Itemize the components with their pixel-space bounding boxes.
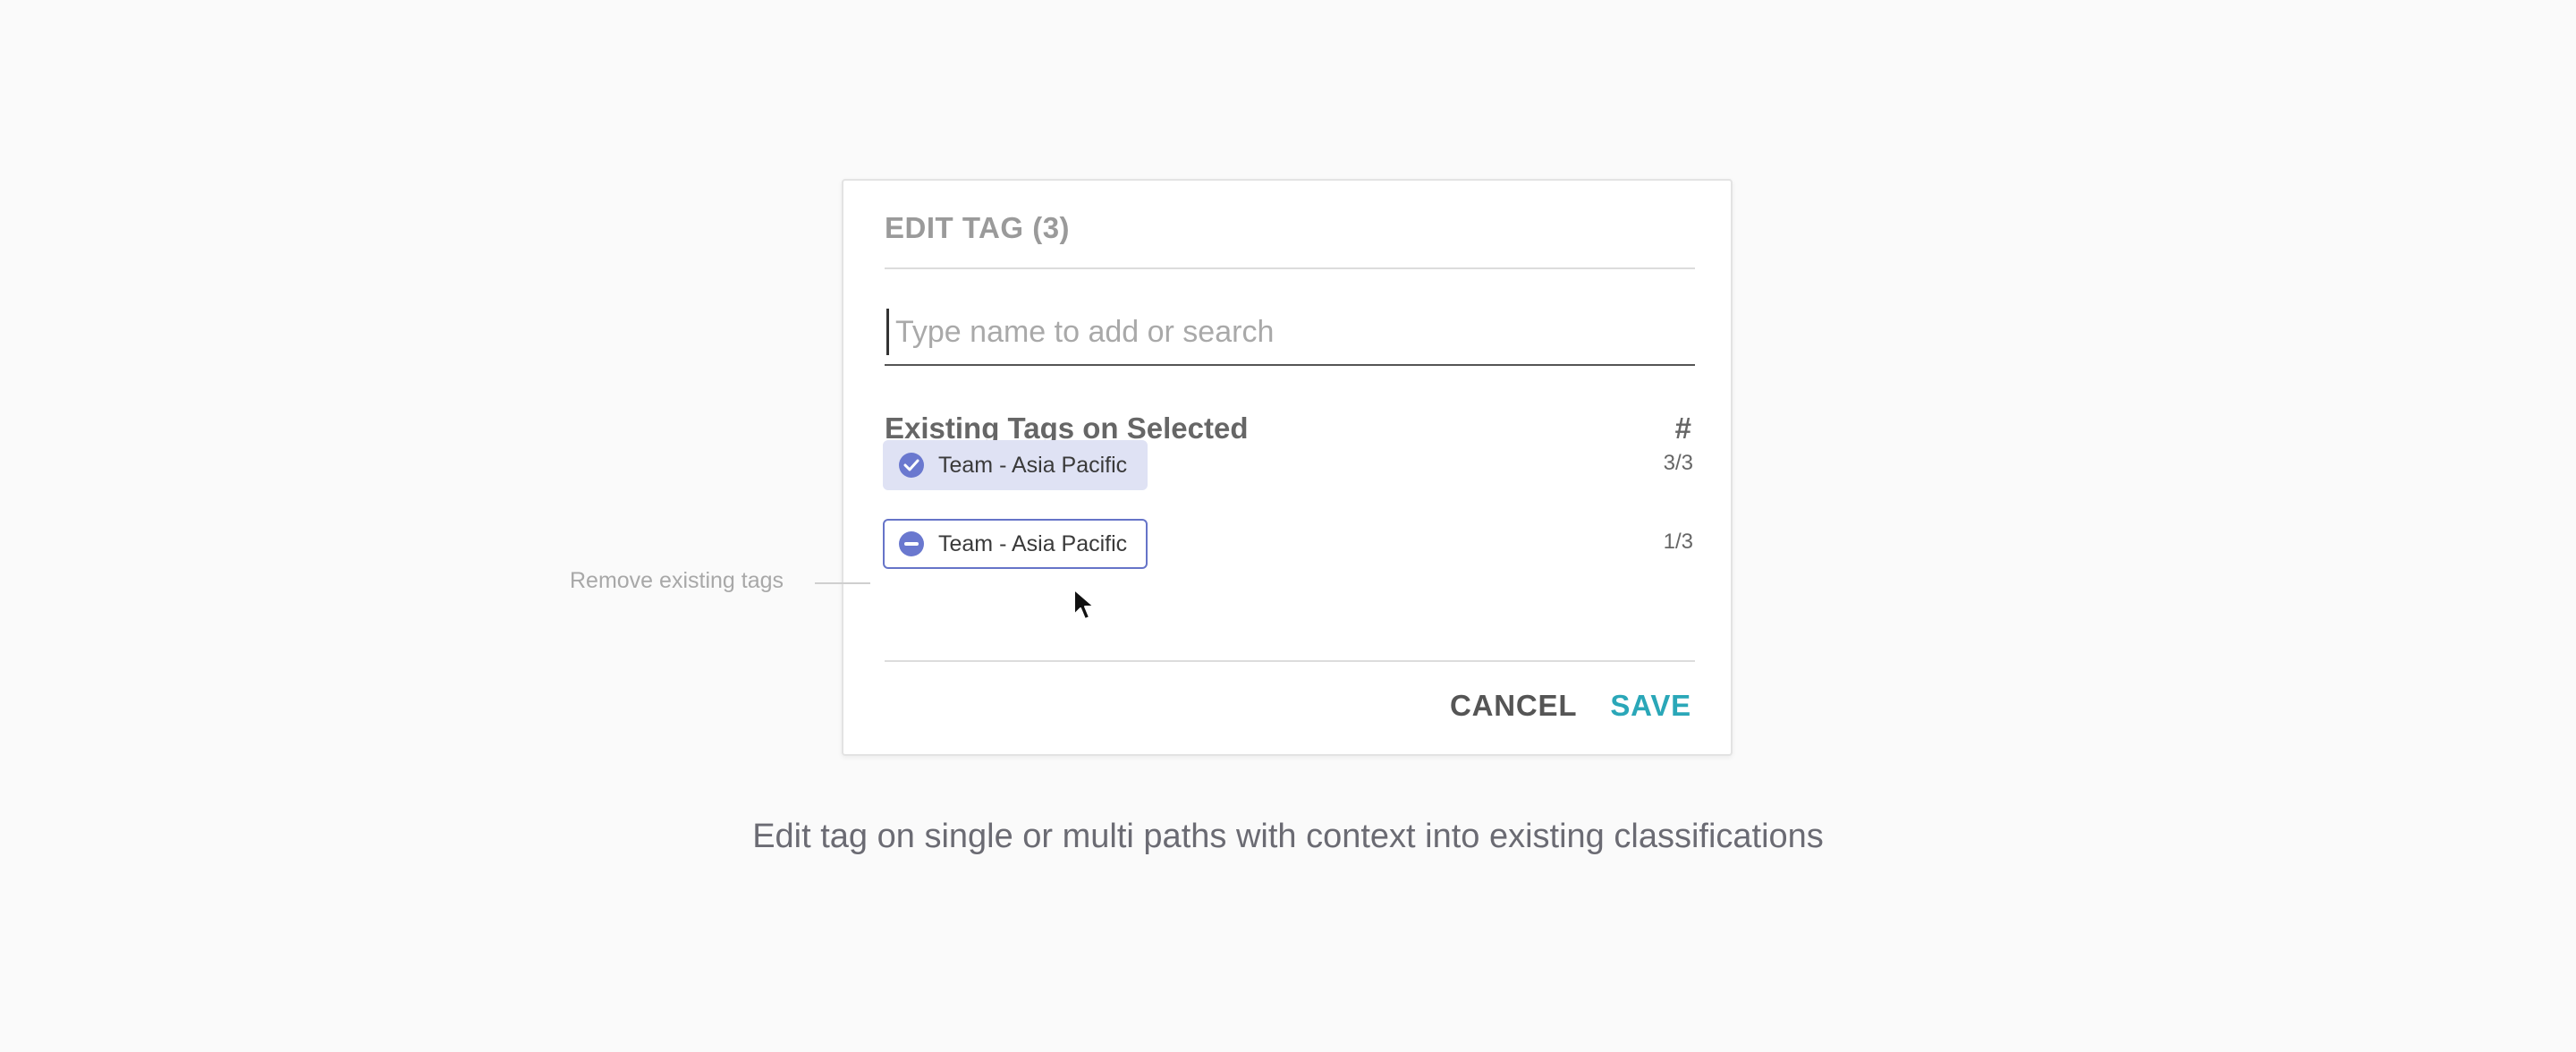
edit-tag-dialog: EDIT TAG (3) Existing Tags on Selected #…	[842, 179, 1733, 756]
cancel-button[interactable]: CANCEL	[1450, 689, 1577, 723]
tag-label: Team - Asia Pacific	[938, 530, 1128, 556]
title-divider	[885, 267, 1695, 269]
search-field[interactable]	[885, 301, 1695, 366]
dialog-title: EDIT TAG (3)	[885, 211, 1071, 244]
annotation-label: Remove existing tags	[570, 568, 784, 593]
tag-row: Team - Asia Pacific 1/3	[883, 519, 1693, 571]
tag-count: 1/3	[1663, 530, 1693, 554]
footer-divider	[885, 660, 1695, 662]
save-button[interactable]: SAVE	[1610, 689, 1691, 723]
check-circle-icon	[899, 453, 924, 478]
tag-label: Team - Asia Pacific	[938, 452, 1128, 478]
stage: EDIT TAG (3) Existing Tags on Selected #…	[0, 0, 2576, 1052]
tag-chip-applied-partial[interactable]: Team - Asia Pacific	[883, 519, 1148, 569]
caption: Edit tag on single or multi paths with c…	[752, 818, 1824, 855]
annotation-leader-line	[815, 582, 870, 584]
tag-chip-applied-all[interactable]: Team - Asia Pacific	[883, 440, 1148, 490]
tag-search-input[interactable]	[885, 301, 1695, 362]
tag-row: Team - Asia Pacific 3/3	[883, 440, 1693, 492]
minus-circle-icon	[899, 531, 924, 556]
mouse-pointer-icon	[1073, 589, 1095, 620]
tag-count: 3/3	[1663, 451, 1693, 475]
text-caret	[886, 309, 889, 355]
